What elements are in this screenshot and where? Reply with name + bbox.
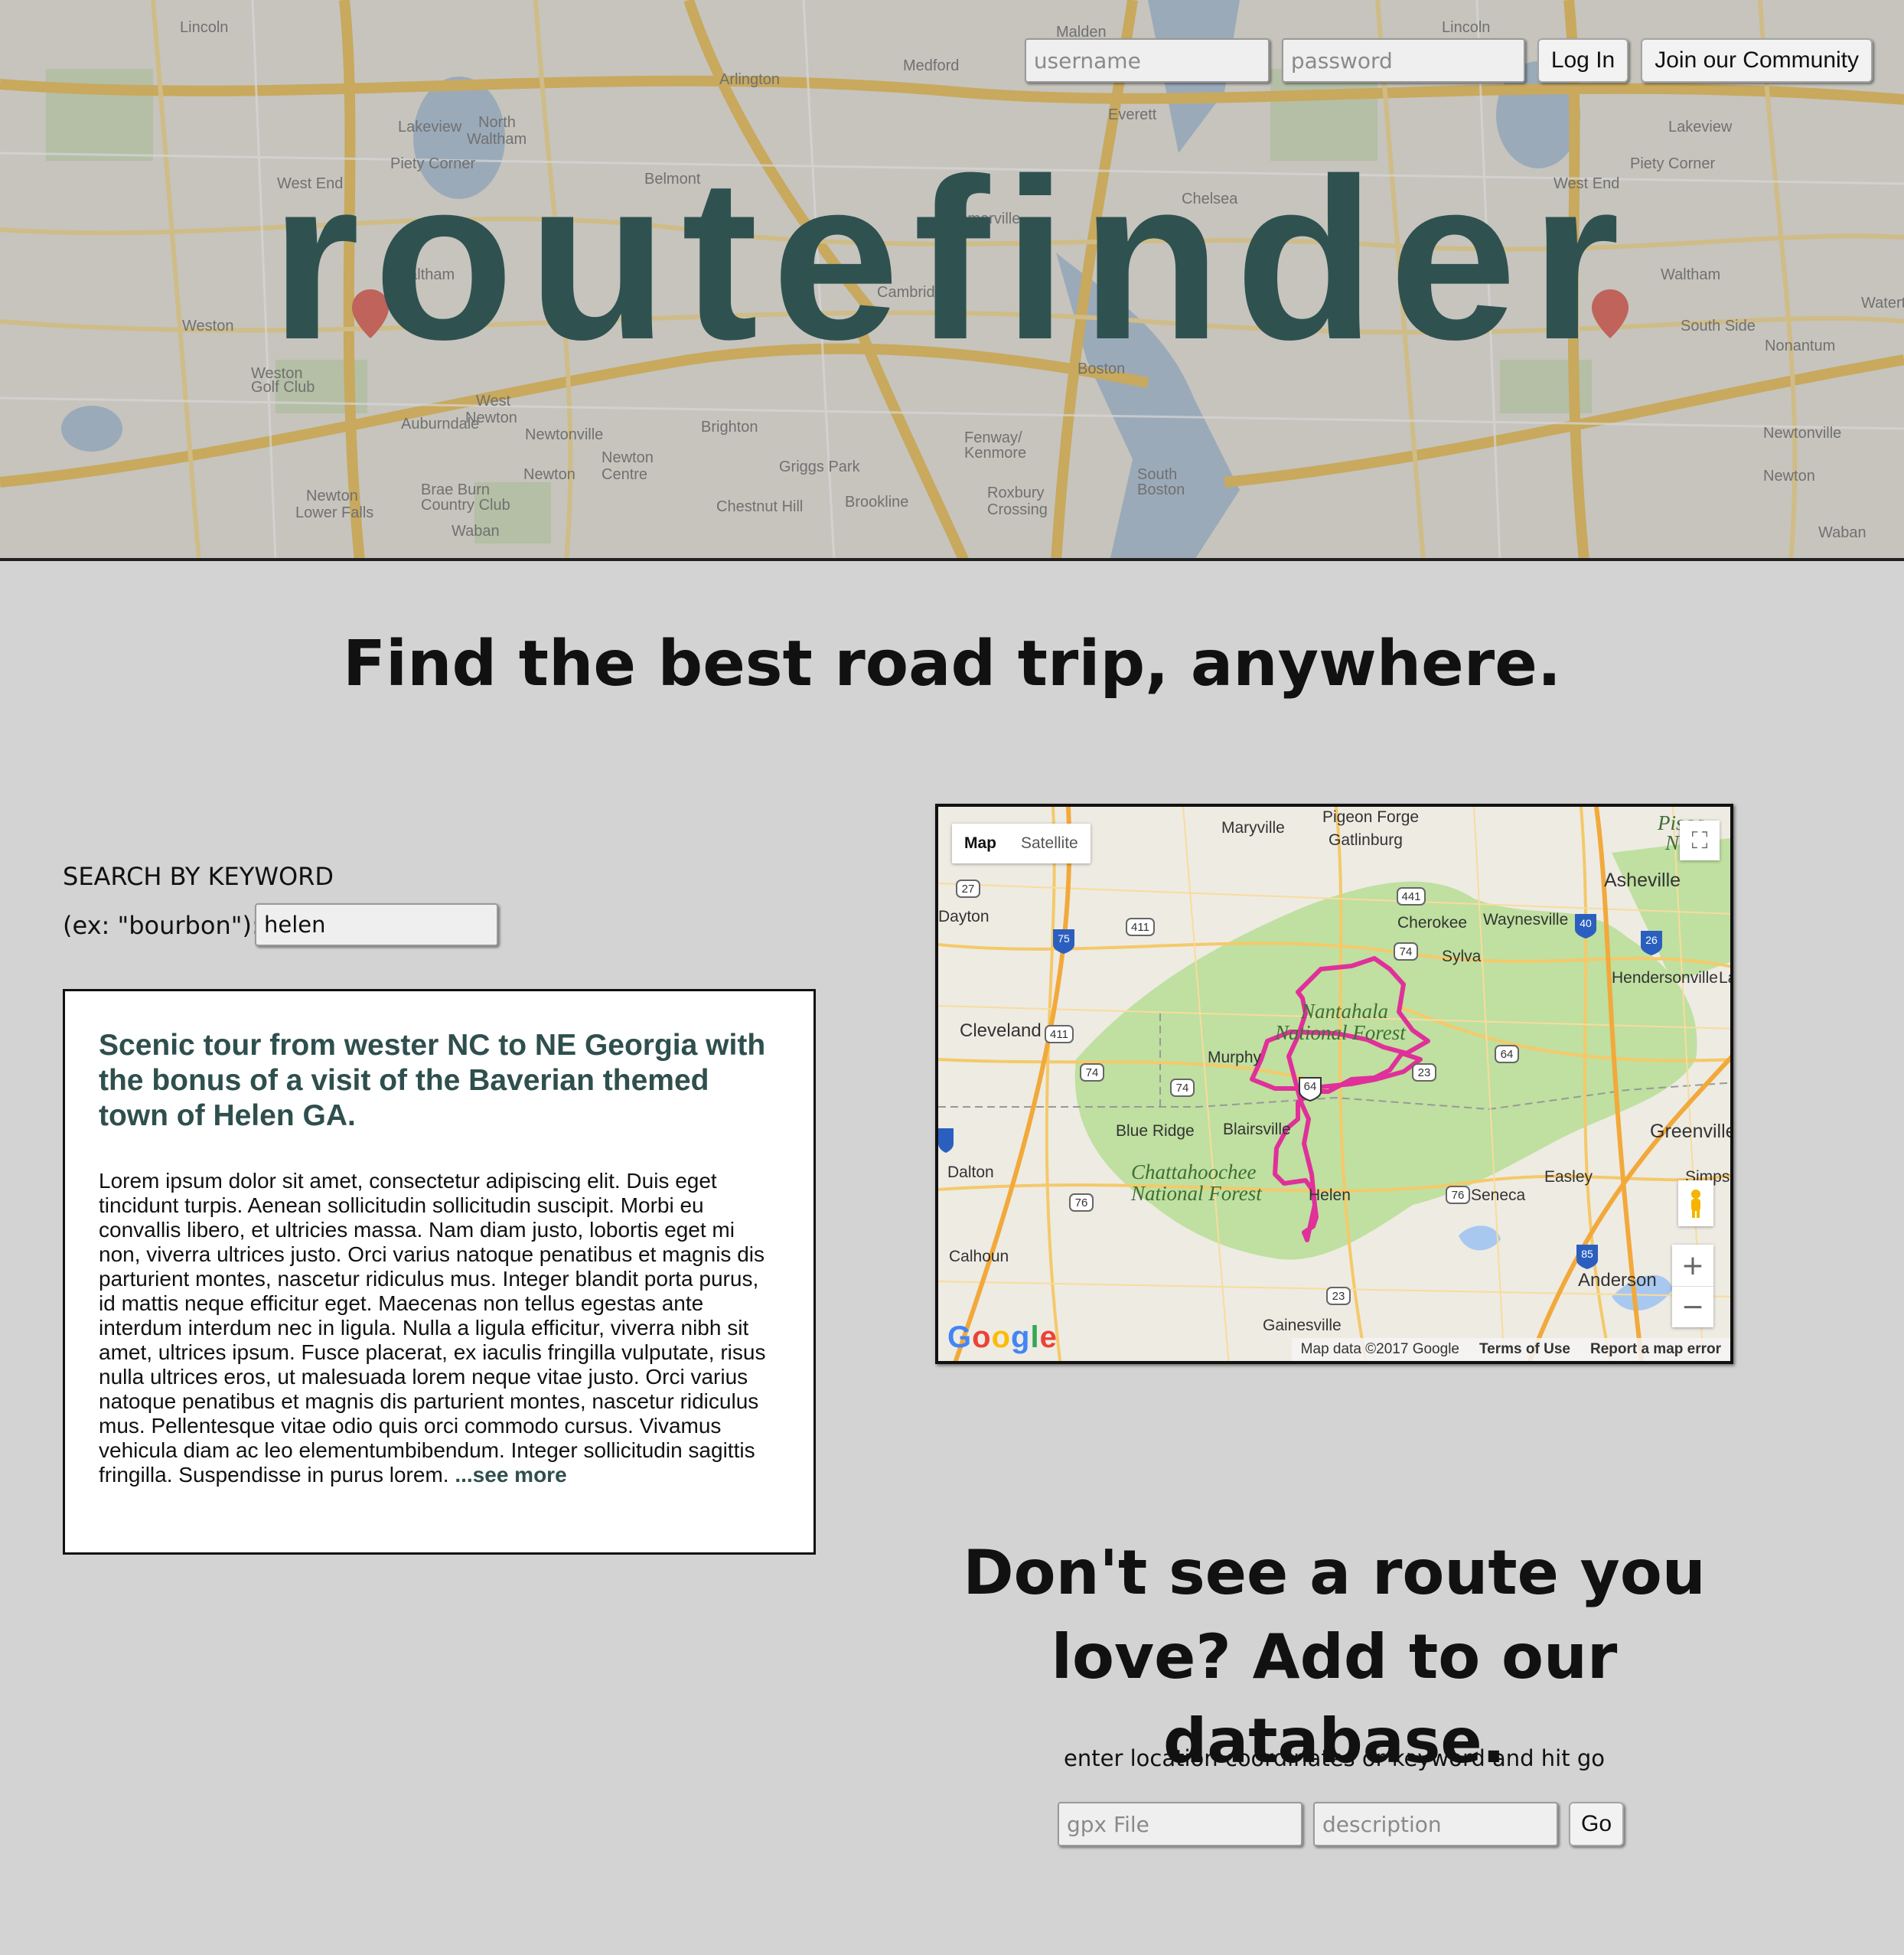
search-label: SEARCH BY KEYWORD <box>63 862 334 891</box>
svg-text:64: 64 <box>1501 1048 1514 1061</box>
svg-text:Hendersonville: Hendersonville <box>1612 969 1718 987</box>
map-type-map-button[interactable]: Map <box>952 824 1009 863</box>
zoom-out-button[interactable]: − <box>1672 1286 1713 1327</box>
svg-text:Asheville: Asheville <box>1604 870 1681 891</box>
svg-text:Sylva: Sylva <box>1442 948 1482 965</box>
see-more-link[interactable]: ...see more <box>455 1463 566 1487</box>
svg-text:Helen: Helen <box>1309 1186 1351 1204</box>
svg-text:Murphy: Murphy <box>1208 1049 1262 1066</box>
password-input[interactable] <box>1281 38 1525 83</box>
svg-text:Chattahoochee: Chattahoochee <box>1131 1160 1256 1183</box>
map-data-credit: Map data ©2017 Google <box>1300 1341 1459 1357</box>
description-input[interactable] <box>1313 1802 1558 1846</box>
add-route-form: Go <box>1058 1802 1625 1846</box>
terms-of-use-link[interactable]: Terms of Use <box>1479 1341 1570 1358</box>
username-input[interactable] <box>1024 38 1270 83</box>
login-button[interactable]: Log In <box>1537 38 1629 83</box>
fullscreen-icon: ⛶ <box>1691 827 1708 854</box>
svg-text:23: 23 <box>1332 1290 1345 1303</box>
svg-text:Calhoun: Calhoun <box>949 1248 1009 1265</box>
svg-text:Gainesville: Gainesville <box>1263 1317 1342 1334</box>
svg-text:Nantahala: Nantahala <box>1300 1000 1388 1023</box>
route-description-text: Lorem ipsum dolor sit amet, consectetur … <box>99 1169 766 1487</box>
svg-text:26: 26 <box>1645 934 1658 946</box>
svg-text:411: 411 <box>1131 921 1149 934</box>
svg-text:74: 74 <box>1086 1066 1099 1079</box>
svg-text:64: 64 <box>1304 1080 1317 1093</box>
gpx-file-input[interactable] <box>1058 1802 1302 1846</box>
svg-text:76: 76 <box>1452 1189 1465 1202</box>
route-description: Lorem ipsum dolor sit amet, consectetur … <box>99 1169 780 1487</box>
svg-text:23: 23 <box>1418 1066 1431 1079</box>
login-bar: Log In Join our Community <box>1024 38 1873 83</box>
report-map-error-link[interactable]: Report a map error <box>1590 1341 1721 1358</box>
svg-text:Waynesville: Waynesville <box>1483 911 1568 929</box>
brand-title: routefinder <box>270 130 1634 387</box>
street-view-pegman-button[interactable] <box>1678 1180 1713 1226</box>
svg-text:Pigeon Forge: Pigeon Forge <box>1322 808 1419 826</box>
svg-text:Blairsville: Blairsville <box>1223 1121 1291 1138</box>
svg-text:Greenville: Greenville <box>1650 1121 1733 1142</box>
svg-text:Easley: Easley <box>1544 1168 1593 1186</box>
svg-text:85: 85 <box>1581 1248 1593 1260</box>
tagline: Find the best road trip, anywhere. <box>343 628 1561 700</box>
svg-text:Dayton: Dayton <box>938 908 989 925</box>
svg-text:74: 74 <box>1176 1082 1189 1095</box>
add-route-hint: enter location coordinates or keyword an… <box>1064 1745 1605 1771</box>
svg-text:Gatlinburg: Gatlinburg <box>1329 831 1403 849</box>
route-map-canvas[interactable]: Maryville Pigeon Forge Gatlinburg Ashevill… <box>938 807 1733 1364</box>
route-result-card: Scenic tour from wester NC to NE Georgia… <box>63 989 816 1555</box>
svg-text:75: 75 <box>1058 932 1070 945</box>
svg-text:National Forest: National Forest <box>1130 1182 1263 1205</box>
svg-text:Anderson: Anderson <box>1578 1270 1657 1291</box>
search-example-hint: (ex: "bourbon"): <box>63 911 260 940</box>
join-community-button[interactable]: Join our Community <box>1641 38 1873 83</box>
svg-text:Cherokee: Cherokee <box>1397 914 1467 932</box>
svg-text:40: 40 <box>1580 917 1592 929</box>
zoom-in-button[interactable]: + <box>1672 1245 1713 1286</box>
hero-banner: Lincoln Arlington Medford Malden Everett La… <box>0 0 1904 561</box>
pegman-icon <box>1691 1190 1700 1218</box>
route-title[interactable]: Scenic tour from wester NC to NE Georgia… <box>99 1028 780 1134</box>
svg-text:Maryville: Maryville <box>1221 819 1285 837</box>
svg-text:411: 411 <box>1050 1028 1068 1041</box>
map-attribution-bar: Map data ©2017 Google Terms of Use Repor… <box>1291 1338 1730 1361</box>
map-type-control: Map Satellite <box>952 824 1091 863</box>
svg-text:Dalton: Dalton <box>947 1164 994 1181</box>
route-map[interactable]: Maryville Pigeon Forge Gatlinburg Ashevill… <box>935 804 1733 1364</box>
svg-text:National Forest: National Forest <box>1274 1021 1407 1044</box>
svg-text:441: 441 <box>1401 890 1420 903</box>
svg-text:Blue Ridge: Blue Ridge <box>1116 1122 1195 1140</box>
svg-text:27: 27 <box>962 883 975 896</box>
svg-text:Lak: Lak <box>1719 969 1733 987</box>
keyword-search-input[interactable] <box>255 903 498 946</box>
svg-text:Cleveland: Cleveland <box>960 1020 1042 1041</box>
svg-text:74: 74 <box>1400 945 1413 958</box>
zoom-control: + − <box>1672 1245 1713 1327</box>
svg-text:Seneca: Seneca <box>1471 1186 1526 1204</box>
svg-text:76: 76 <box>1075 1196 1088 1209</box>
fullscreen-button[interactable]: ⛶ <box>1680 821 1720 860</box>
go-button[interactable]: Go <box>1569 1802 1625 1846</box>
map-type-satellite-button[interactable]: Satellite <box>1009 824 1091 863</box>
google-logo[interactable]: Google <box>947 1320 1058 1355</box>
